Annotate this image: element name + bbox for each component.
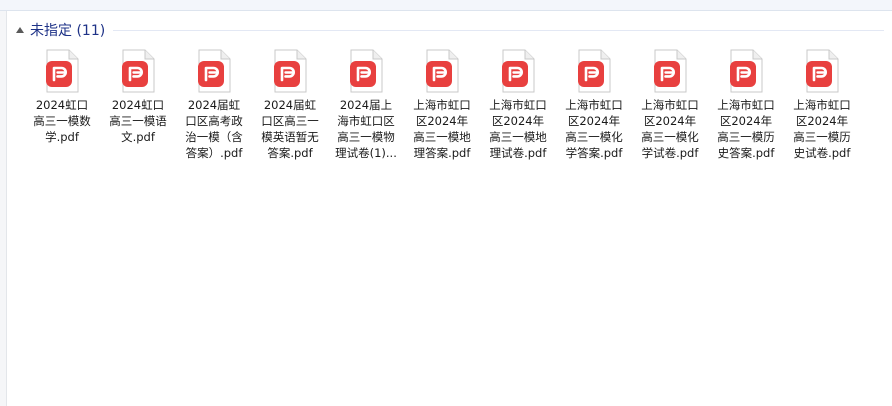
file-name-line: 区2024年: [719, 114, 773, 128]
file-name-line: 上海市虹口: [489, 98, 547, 112]
file-name-line: 高三一模语: [109, 114, 167, 128]
file-name-line: 答案.pdf: [267, 146, 313, 160]
pdf-file-icon: [805, 49, 839, 93]
file-item[interactable]: 上海市虹口区2024年 高三一模历史答案.pdf: [708, 47, 784, 161]
top-toolbar-edge: [0, 0, 892, 11]
file-name-line: 上海市虹口: [717, 98, 775, 112]
file-item[interactable]: 上海市虹口区2024年 高三一模化学试卷.pdf: [632, 47, 708, 161]
file-name-line: 高三一模化: [641, 130, 699, 144]
file-name-label: 2024届上 海市虹口区高三一模物理试卷(1)...: [330, 97, 402, 161]
file-name-line: 2024届上: [339, 98, 393, 112]
file-name-line: 上海市虹口: [413, 98, 471, 112]
pdf-file-icon: [653, 49, 687, 93]
file-name-label: 2024虹口 高三一模语文.pdf: [102, 97, 174, 145]
file-name-line: 理答案.pdf: [413, 146, 471, 160]
file-name-line: 高三一模地: [489, 130, 547, 144]
file-name-label: 上海市虹口区2024年 高三一模历史答案.pdf: [710, 97, 782, 161]
pdf-file-icon: [425, 49, 459, 93]
file-name-label: 2024届虹 口区高考政治一模（含答案）.pdf: [178, 97, 250, 161]
collapse-arrow-icon[interactable]: [16, 27, 24, 33]
file-name-line: 区2024年: [491, 114, 545, 128]
file-name-line: 区2024年: [795, 114, 849, 128]
file-name-line: 区2024年: [415, 114, 469, 128]
file-item[interactable]: 2024届上 海市虹口区高三一模物理试卷(1)...: [328, 47, 404, 161]
file-name-line: 高三一模物: [337, 130, 395, 144]
file-name-label: 2024虹口 高三一模数学.pdf: [26, 97, 98, 145]
file-name-label: 上海市虹口区2024年 高三一模地理答案.pdf: [406, 97, 478, 161]
file-name-label: 上海市虹口区2024年 高三一模化学答案.pdf: [558, 97, 630, 161]
file-name-line: 模英语暂无: [261, 130, 319, 144]
file-name-line: 文.pdf: [121, 130, 155, 144]
pdf-file-icon: [121, 49, 155, 93]
file-name-line: 史试卷.pdf: [793, 146, 851, 160]
group-title: 未指定 (11): [30, 23, 106, 39]
file-name-line: 理试卷.pdf: [489, 146, 547, 160]
left-pane-edge: [0, 11, 7, 406]
pdf-file-icon: [349, 49, 383, 93]
file-item[interactable]: 上海市虹口区2024年 高三一模地理试卷.pdf: [480, 47, 556, 161]
file-name-line: 海市虹口区: [337, 114, 395, 128]
pdf-file-icon: [45, 49, 79, 93]
file-item[interactable]: 2024届虹 口区高三一模英语暂无答案.pdf: [252, 47, 328, 161]
file-name-line: 治一模（含: [185, 130, 243, 144]
file-name-line: 上海市虹口: [641, 98, 699, 112]
file-name-line: 上海市虹口: [565, 98, 623, 112]
file-name-line: 2024虹口: [111, 98, 165, 112]
file-name-line: 理试卷(1)...: [335, 146, 397, 160]
file-explorer-window: 未指定 (11) 2024虹口 高三一模数 学.pdf 2024虹口 高三一模语 文.p…: [0, 0, 892, 406]
pdf-file-icon: [501, 49, 535, 93]
file-name-line: 2024届虹: [263, 98, 317, 112]
file-name-line: 高三一模历: [717, 130, 775, 144]
pdf-file-icon: [197, 49, 231, 93]
file-name-line: 高三一模地: [413, 130, 471, 144]
pdf-file-icon: [729, 49, 763, 93]
file-item[interactable]: 上海市虹口区2024年 高三一模历史试卷.pdf: [784, 47, 860, 161]
file-name-line: 2024届虹: [187, 98, 241, 112]
pdf-file-icon: [273, 49, 307, 93]
file-name-line: 高三一模化: [565, 130, 623, 144]
pdf-file-icon: [577, 49, 611, 93]
file-name-label: 2024届虹 口区高三一模英语暂无答案.pdf: [254, 97, 326, 161]
file-name-line: 学答案.pdf: [565, 146, 623, 160]
file-name-line: 2024虹口: [35, 98, 89, 112]
file-item[interactable]: 上海市虹口区2024年 高三一模地理答案.pdf: [404, 47, 480, 161]
file-name-label: 上海市虹口区2024年 高三一模地理试卷.pdf: [482, 97, 554, 161]
file-name-label: 上海市虹口区2024年 高三一模历史试卷.pdf: [786, 97, 858, 161]
file-name-line: 高三一模历: [793, 130, 851, 144]
file-item[interactable]: 2024虹口 高三一模语文.pdf: [100, 47, 176, 161]
file-item[interactable]: 上海市虹口区2024年 高三一模化学答案.pdf: [556, 47, 632, 161]
file-name-line: 高三一模数: [33, 114, 91, 128]
file-name-label: 上海市虹口区2024年 高三一模化学试卷.pdf: [634, 97, 706, 161]
file-item[interactable]: 2024届虹 口区高考政治一模（含答案）.pdf: [176, 47, 252, 161]
file-name-line: 上海市虹口: [793, 98, 851, 112]
file-grid: 2024虹口 高三一模数 学.pdf 2024虹口 高三一模语 文.pdf 2024届虹…: [24, 47, 864, 161]
file-name-line: 区2024年: [643, 114, 697, 128]
group-header-unspecified[interactable]: 未指定 (11): [14, 18, 884, 42]
file-name-line: 口区高三一: [261, 114, 319, 128]
file-name-line: 答案）.pdf: [185, 146, 243, 160]
file-name-line: 史答案.pdf: [717, 146, 775, 160]
file-name-line: 学.pdf: [45, 130, 79, 144]
file-name-line: 区2024年: [567, 114, 621, 128]
file-item[interactable]: 2024虹口 高三一模数学.pdf: [24, 47, 100, 161]
group-divider: [113, 29, 884, 31]
file-name-line: 学试卷.pdf: [641, 146, 699, 160]
file-name-line: 口区高考政: [185, 114, 243, 128]
